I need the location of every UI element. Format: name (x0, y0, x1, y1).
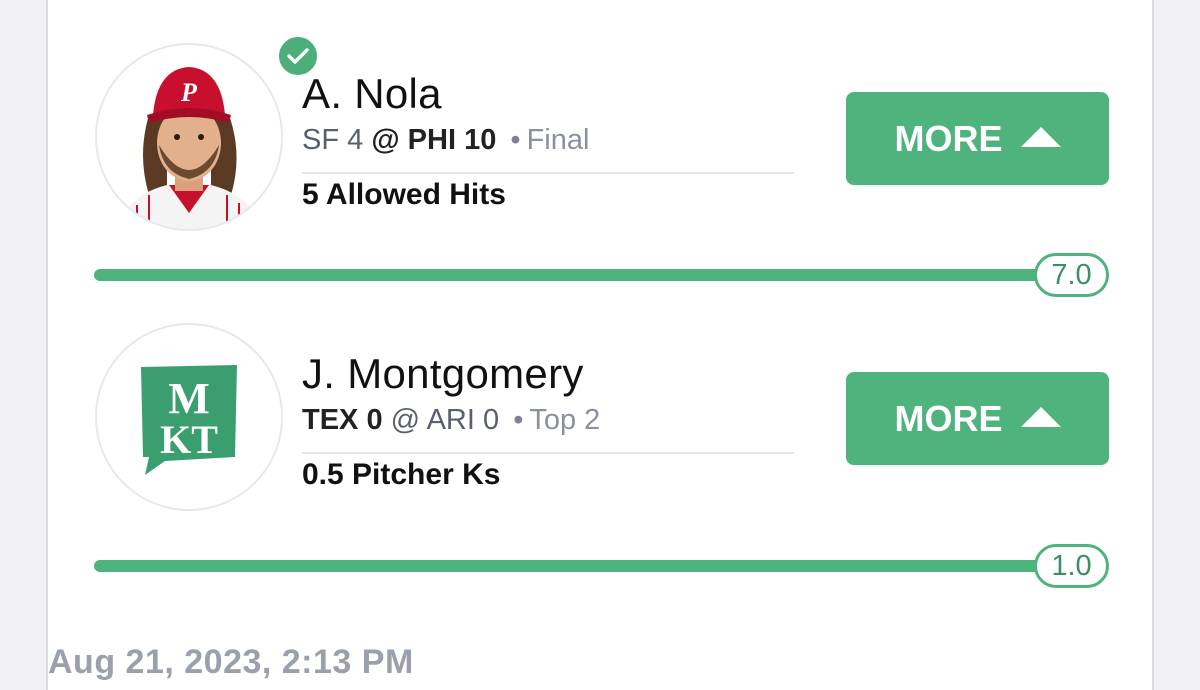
game-line: SF 4 @ PHI 10 • Final (302, 124, 589, 157)
value-pill: 1.0 (1034, 544, 1109, 588)
home-team: ARI (426, 404, 475, 436)
logo-text-top: M (168, 374, 210, 423)
home-team: PHI (407, 124, 457, 156)
logo-text-bottom: KT (160, 417, 218, 462)
progress-track (94, 560, 1044, 572)
stat-line: 0.5 Pitcher Ks (302, 458, 501, 491)
game-status: Final (526, 124, 590, 156)
home-score: 0 (483, 404, 500, 436)
more-button[interactable]: MORE (846, 92, 1109, 185)
entry-timestamp: Aug 21, 2023, 2:13 PM (48, 643, 414, 681)
player-avatar: M KT (95, 323, 283, 511)
pick-row: P A. Nola SF 4 @ PHI 10 • Final 5 Allowed… (48, 0, 1152, 297)
away-team: TEX (302, 404, 359, 436)
away-team: SF (302, 124, 340, 156)
player-name: A. Nola (302, 70, 442, 117)
progress-track (94, 269, 1044, 281)
divider (302, 172, 794, 174)
player-name: J. Montgomery (302, 350, 584, 397)
more-button[interactable]: MORE (846, 372, 1109, 465)
entry-card: P A. Nola SF 4 @ PHI 10 • Final 5 Allowed… (46, 0, 1154, 690)
at-symbol: @ (390, 404, 421, 436)
game-line: TEX 0 @ ARI 0 • Top 2 (302, 404, 600, 437)
svg-text:P: P (180, 78, 198, 107)
away-score: 4 (347, 124, 364, 156)
more-button-label: MORE (894, 397, 1003, 439)
at-symbol: @ (371, 124, 400, 156)
separator-dot: • (510, 124, 521, 156)
more-button-label: MORE (894, 117, 1003, 159)
stat-line: 5 Allowed Hits (302, 178, 506, 211)
away-score: 0 (366, 404, 383, 436)
player-headshot-icon: P (97, 45, 281, 229)
chevron-up-icon (1020, 406, 1061, 427)
game-status: Top 2 (529, 404, 601, 436)
mkt-logo-icon: M KT (97, 325, 281, 509)
player-avatar: P (95, 43, 283, 231)
separator-dot: • (513, 404, 524, 436)
divider (302, 452, 794, 454)
pick-row: M KT J. Montgomery TEX 0 @ ARI 0 • Top 2 … (48, 290, 1152, 588)
home-score: 10 (464, 124, 497, 156)
chevron-up-icon (1020, 126, 1061, 147)
